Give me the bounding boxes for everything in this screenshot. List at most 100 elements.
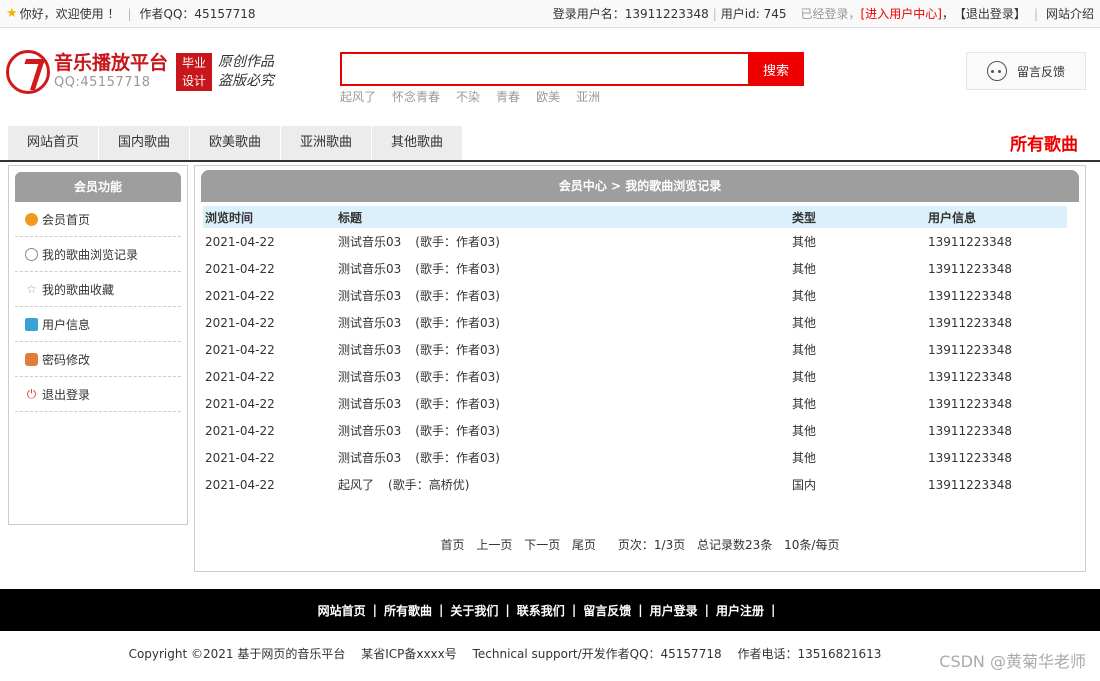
- cell-user: 13911223348: [928, 315, 1012, 330]
- cell-title: 测试音乐03 (歌手：作者03): [338, 390, 792, 417]
- cell-type: 国内: [792, 478, 817, 492]
- sidebar-item-favorites[interactable]: ☆ 我的歌曲收藏: [15, 272, 181, 307]
- song-title-link[interactable]: 测试音乐03: [338, 343, 401, 357]
- cell-type: 其他: [792, 424, 817, 438]
- footer-link-login[interactable]: 用户登录: [650, 602, 698, 619]
- table-header-row: 浏览时间 标题 类型 用户信息: [203, 206, 1067, 228]
- top-bar: ★ 你好，欢迎使用 ！ | 作者QQ：45157718 登录用户名：139112…: [0, 0, 1100, 28]
- logo-mark-icon: [6, 50, 50, 94]
- song-singer: (歌手：作者03): [415, 316, 500, 330]
- song-title-link[interactable]: 测试音乐03: [338, 424, 401, 438]
- sidebar-title: 会员功能: [15, 172, 181, 202]
- all-songs-link[interactable]: 所有歌曲: [1010, 130, 1078, 155]
- table-row: 2021-04-22 起风了 (歌手：高桥优) 国内 13911223348: [203, 471, 1067, 498]
- nav-western[interactable]: 欧美歌曲: [190, 126, 280, 160]
- song-title-link[interactable]: 测试音乐03: [338, 262, 401, 276]
- song-title-link[interactable]: 测试音乐03: [338, 316, 401, 330]
- hotword-link[interactable]: 不染: [456, 88, 480, 105]
- footer-links: 网站首页 | 所有歌曲 | 关于我们 | 联系我们 | 留言反馈 | 用户登录 | 用户注册…: [0, 589, 1100, 631]
- support-text: Technical support/开发作者QQ：45157718: [472, 647, 722, 661]
- cell-time: 2021-04-22: [205, 477, 275, 492]
- song-singer: (歌手：作者03): [415, 451, 500, 465]
- feedback-button[interactable]: 留言反馈: [966, 52, 1086, 90]
- song-title-link[interactable]: 测试音乐03: [338, 397, 401, 411]
- search-input[interactable]: [340, 52, 748, 86]
- song-singer: (歌手：作者03): [415, 424, 500, 438]
- song-singer: (歌手：作者03): [415, 370, 500, 384]
- graduation-badge: 毕业 设计: [176, 53, 213, 91]
- song-singer: (歌手：作者03): [415, 262, 500, 276]
- cell-type: 其他: [792, 262, 817, 276]
- browse-history-panel: 会员中心 > 我的歌曲浏览记录 浏览时间 标题 类型 用户信息 2021-04-…: [194, 165, 1086, 572]
- sidebar-item-browse-history[interactable]: 我的歌曲浏览记录: [15, 237, 181, 272]
- column-header-type: 类型: [792, 210, 817, 225]
- hotword-link[interactable]: 青春: [496, 88, 520, 105]
- star-icon: ☆: [26, 281, 37, 296]
- cell-user: 13911223348: [928, 261, 1012, 276]
- pager-total: 总记录数23条: [697, 538, 773, 552]
- watermark: CSDN @黄菊华老师: [939, 652, 1086, 671]
- footer-link-about[interactable]: 关于我们: [450, 602, 498, 619]
- song-title-link[interactable]: 起风了: [338, 478, 374, 492]
- user-center-link[interactable]: [进入用户中心]: [861, 5, 942, 22]
- pager-page-info: 页次：1/3页: [617, 538, 686, 552]
- footer-link-all-songs[interactable]: 所有歌曲: [384, 602, 432, 619]
- hotword-link[interactable]: 起风了: [340, 88, 376, 105]
- sidebar-item-change-password[interactable]: 密码修改: [15, 342, 181, 377]
- pager-last[interactable]: 尾页: [572, 538, 596, 552]
- star-icon: ★: [6, 6, 18, 21]
- table-row: 2021-04-22 测试音乐03 (歌手：作者03) 其他 13911223348: [203, 282, 1067, 309]
- song-title-link[interactable]: 测试音乐03: [338, 235, 401, 249]
- cell-title: 测试音乐03 (歌手：作者03): [338, 363, 792, 390]
- table-row: 2021-04-22 测试音乐03 (歌手：作者03) 其他 13911223348: [203, 228, 1067, 255]
- phone-text: 作者电话：13516821613: [737, 647, 882, 661]
- footer-link-home[interactable]: 网站首页: [318, 602, 366, 619]
- author-qq-text: 作者QQ：45157718: [139, 7, 256, 21]
- user-id: 用户id: 745: [720, 7, 787, 21]
- nav-home[interactable]: 网站首页: [8, 126, 98, 160]
- pager-prev[interactable]: 上一页: [476, 538, 512, 552]
- sidebar-item-member-home[interactable]: 会员首页: [15, 202, 181, 237]
- cell-user: 13911223348: [928, 396, 1012, 411]
- song-singer: (歌手：作者03): [415, 235, 500, 249]
- search-button[interactable]: 搜索: [748, 52, 804, 86]
- table-row: 2021-04-22 测试音乐03 (歌手：作者03) 其他 13911223348: [203, 444, 1067, 471]
- lock-icon: [25, 352, 38, 366]
- logout-link[interactable]: 【退出登录】: [954, 5, 1026, 22]
- site-logo[interactable]: 音乐播放平台 QQ:45157718 毕业 设计 原创作品 盗版必究: [6, 50, 274, 94]
- cell-type: 其他: [792, 289, 817, 303]
- cell-title: 测试音乐03 (歌手：作者03): [338, 255, 792, 282]
- song-singer: (歌手：作者03): [415, 289, 500, 303]
- nav-domestic[interactable]: 国内歌曲: [99, 126, 189, 160]
- logo-qq: QQ:45157718: [54, 75, 151, 90]
- cell-time: 2021-04-22: [205, 234, 275, 249]
- cell-title: 起风了 (歌手：高桥优): [338, 471, 792, 498]
- song-title-link[interactable]: 测试音乐03: [338, 370, 401, 384]
- song-singer: (歌手：作者03): [415, 397, 500, 411]
- hotword-link[interactable]: 怀念青春: [392, 88, 440, 105]
- hotword-link[interactable]: 欧美: [536, 88, 560, 105]
- song-title-link[interactable]: 测试音乐03: [338, 451, 401, 465]
- footer-link-feedback[interactable]: 留言反馈: [583, 602, 631, 619]
- site-intro-link[interactable]: 网站介绍: [1046, 5, 1094, 22]
- song-title-link[interactable]: 测试音乐03: [338, 289, 401, 303]
- cell-title: 测试音乐03 (歌手：作者03): [338, 309, 792, 336]
- cell-title: 测试音乐03 (歌手：作者03): [338, 282, 792, 309]
- customer-service-icon: [986, 61, 1007, 81]
- slogan: 原创作品 盗版必究: [218, 54, 275, 89]
- sidebar-item-logout[interactable]: ⏻ 退出登录: [15, 377, 181, 412]
- footer-link-register[interactable]: 用户注册: [716, 602, 764, 619]
- greeting-text: 你好，欢迎使用 ！: [19, 7, 120, 21]
- cell-title: 测试音乐03 (歌手：作者03): [338, 228, 792, 255]
- nav-asian[interactable]: 亚洲歌曲: [281, 126, 371, 160]
- cell-type: 其他: [792, 343, 817, 357]
- song-singer: (歌手：作者03): [415, 343, 500, 357]
- hotword-link[interactable]: 亚洲: [576, 88, 600, 105]
- pager-next[interactable]: 下一页: [524, 538, 560, 552]
- sidebar-item-user-info[interactable]: 用户信息: [15, 307, 181, 342]
- pager-first[interactable]: 首页: [441, 538, 465, 552]
- cell-user: 13911223348: [928, 450, 1012, 465]
- cell-title: 测试音乐03 (歌手：作者03): [338, 336, 792, 363]
- nav-other[interactable]: 其他歌曲: [372, 126, 462, 160]
- footer-link-contact[interactable]: 联系我们: [517, 602, 565, 619]
